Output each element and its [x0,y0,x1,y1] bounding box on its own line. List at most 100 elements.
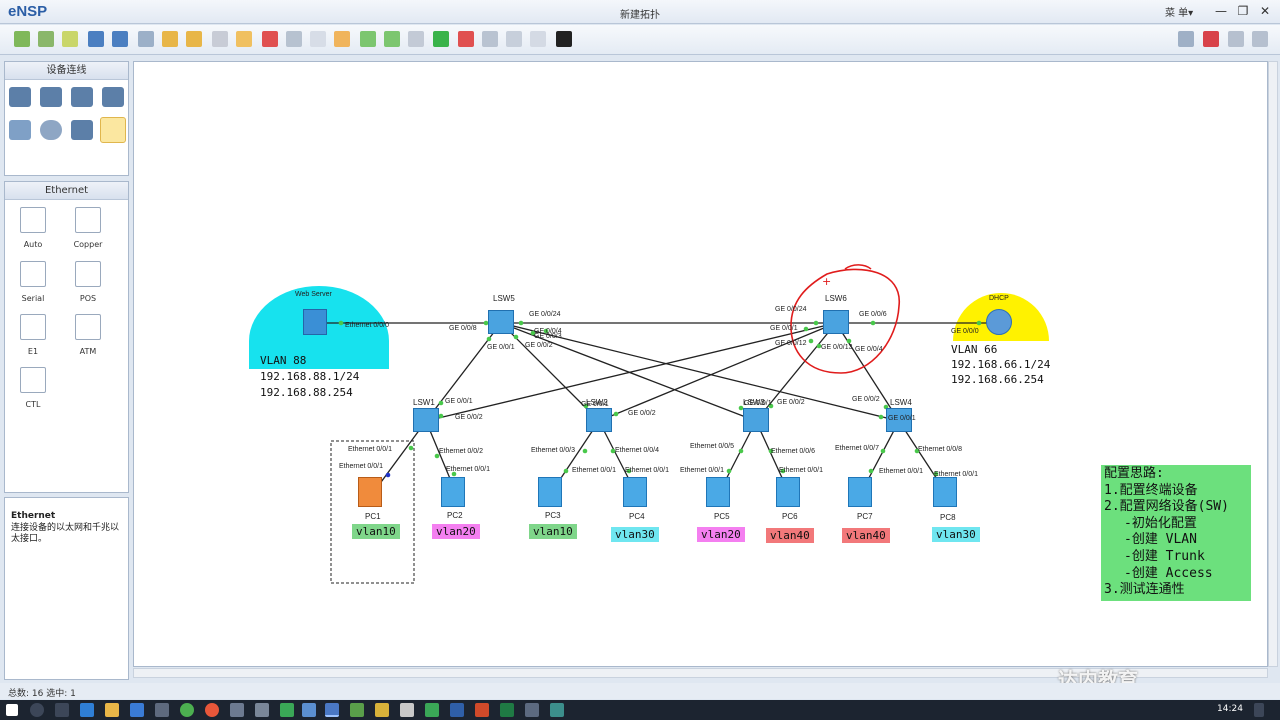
app-icon-9[interactable] [525,703,539,717]
app-icon-3[interactable] [302,703,316,717]
text-icon[interactable] [310,31,326,47]
lsw3-port-e6: Ethernet 0/0/6 [771,448,815,455]
lsw6-port-ge4: GE 0/0/4 [855,346,883,353]
menu-button[interactable]: 菜 单▾ [1165,4,1193,19]
wechat-icon[interactable] [280,703,294,717]
lsw5-port-ge2: GE 0/0/2 [525,342,553,349]
pc2-icon[interactable] [441,477,465,507]
redo-icon[interactable] [186,31,202,47]
topo-icon[interactable] [530,31,546,47]
print-icon[interactable] [138,31,154,47]
app-icon-4[interactable] [350,703,364,717]
pc8-icon[interactable] [933,477,957,507]
e1-cable-label: E1 [27,347,39,356]
chat-icon[interactable] [1178,31,1194,47]
firewall-icon[interactable] [102,87,124,107]
save-icon[interactable] [88,31,104,47]
firefox-icon[interactable] [205,703,219,717]
pc6-icon[interactable] [776,477,800,507]
settings-icon[interactable] [1228,31,1244,47]
explorer-icon[interactable] [105,703,119,717]
chrome-icon[interactable] [180,703,194,717]
web-server-icon[interactable] [303,309,327,335]
huawei-icon[interactable] [1203,31,1219,47]
select-icon[interactable] [212,31,228,47]
topology-canvas[interactable]: + Web Server Ethernet 0/0/0 VLAN 88 192.… [133,61,1268,667]
pc-icon[interactable] [9,120,31,140]
delete-link-icon[interactable] [286,31,302,47]
wlan-icon[interactable] [71,87,93,107]
app-icon-6[interactable] [400,703,414,717]
ctl-cable-icon[interactable] [20,367,46,393]
windows-start-icon[interactable] [6,704,18,716]
clock: 14:24 [1217,704,1243,714]
e1-cable-icon[interactable] [20,314,46,340]
pc5-name: PC5 [714,512,730,521]
store-icon[interactable] [130,703,144,717]
app-icon-8[interactable] [450,703,464,717]
new-example-icon[interactable] [38,31,54,47]
app-icon-10[interactable] [550,703,564,717]
switch-lsw2[interactable] [586,408,612,432]
help-icon[interactable] [1252,31,1268,47]
copper-cable-icon[interactable] [75,207,101,233]
cloud-icon[interactable] [40,120,62,140]
vertical-scrollbar[interactable] [1268,61,1278,667]
app-icon-5[interactable] [375,703,389,717]
server-icon[interactable] [71,120,93,140]
task-view-icon[interactable] [55,703,69,717]
app-icon-1[interactable] [230,703,244,717]
undo-icon[interactable] [162,31,178,47]
ensp-task-icon[interactable] [325,703,339,717]
lsw1-port-e2: Ethernet 0/0/2 [439,448,483,455]
open-icon[interactable] [62,31,78,47]
edge-icon[interactable] [80,703,94,717]
switch-icon[interactable] [40,87,62,107]
cli-icon[interactable] [556,31,572,47]
app-icon-2[interactable] [255,703,269,717]
start-icon[interactable] [433,31,449,47]
maximize-button[interactable]: ❐ [1234,2,1252,20]
lsw2-port-e4: Ethernet 0/0/4 [615,447,659,454]
palette-icon[interactable] [334,31,350,47]
powerpoint-icon[interactable] [475,703,489,717]
serial-cable-icon[interactable] [20,261,46,287]
new-topology-icon[interactable] [14,31,30,47]
fit-icon[interactable] [408,31,424,47]
atm-cable-icon[interactable] [75,314,101,340]
router-icon[interactable] [9,87,31,107]
stop-icon[interactable] [458,31,474,47]
pc1-icon[interactable] [358,477,382,507]
grid-icon[interactable] [506,31,522,47]
pc6-vlan-tag: vlan40 [766,528,814,543]
search-icon[interactable] [30,703,44,717]
lsw6-port-ge12: GE 0/0/12 [775,340,807,347]
notification-icon[interactable] [1254,703,1264,717]
pos-cable-icon[interactable] [75,261,101,287]
switch-lsw6[interactable] [823,310,849,334]
dhcp-router-icon[interactable] [986,309,1012,335]
switch-lsw1[interactable] [413,408,439,432]
hand-icon[interactable] [236,31,252,47]
zoom-out-icon[interactable] [384,31,400,47]
capture-icon[interactable] [482,31,498,47]
switch-lsw3[interactable] [743,408,769,432]
cable-category-icon[interactable] [100,117,126,143]
pc7-icon[interactable] [848,477,872,507]
mail-icon[interactable] [155,703,169,717]
app-icon-7[interactable] [425,703,439,717]
pc4-icon[interactable] [623,477,647,507]
zoom-in-icon[interactable] [360,31,376,47]
excel-icon[interactable] [500,703,514,717]
delete-icon[interactable] [262,31,278,47]
auto-cable-icon[interactable] [20,207,46,233]
save-as-icon[interactable] [112,31,128,47]
pc5-icon[interactable] [706,477,730,507]
toolbar [0,25,1280,55]
close-button[interactable]: ✕ [1256,2,1274,20]
minimize-button[interactable]: — [1212,2,1230,20]
switch-lsw5[interactable] [488,310,514,334]
pc3-icon[interactable] [538,477,562,507]
pc6-port: Ethernet 0/0/1 [779,467,823,474]
pc1-vlan-tag: vlan10 [352,524,400,539]
